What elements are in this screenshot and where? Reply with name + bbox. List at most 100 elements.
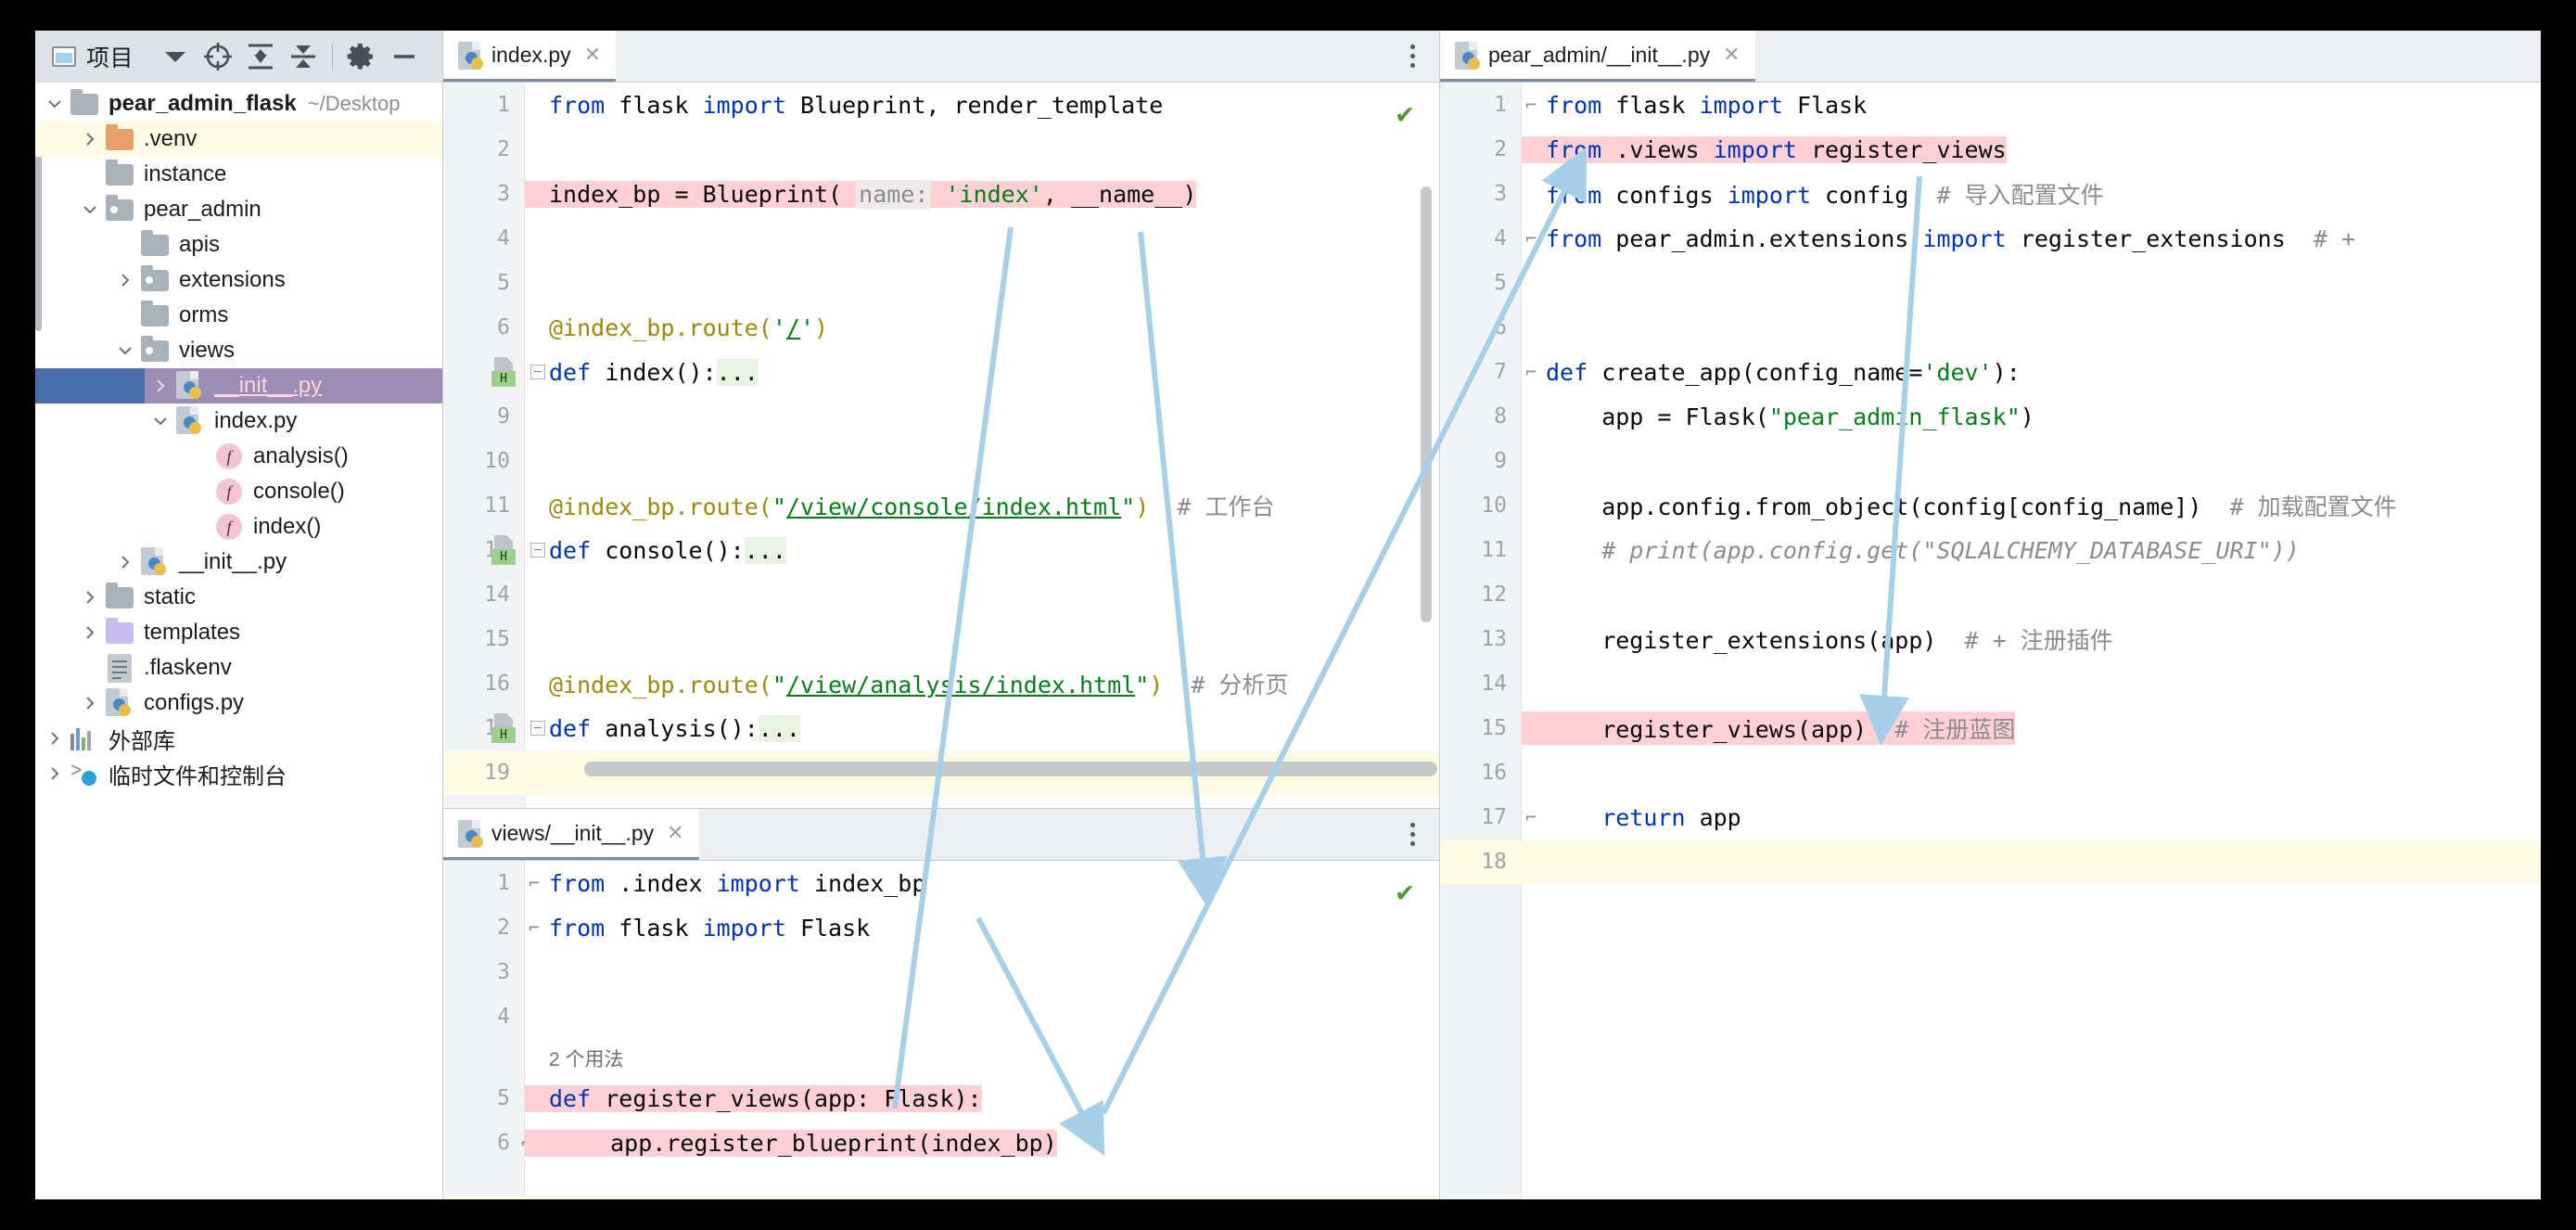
line-number: 17 <box>1481 805 1507 829</box>
line-number: 6 <box>497 315 510 340</box>
tab-index-py[interactable]: index.py ✕ <box>443 31 617 82</box>
tab-views-init-py[interactable]: views/__init__.py ✕ <box>443 809 699 860</box>
code-line: from .index import index_bp <box>549 869 926 897</box>
python-file-icon <box>1455 42 1480 70</box>
tree-row-pear-admin-init[interactable]: __init__.py <box>35 545 442 580</box>
line-number: 1 <box>1494 93 1507 117</box>
tree-row-pear_admin_flask[interactable]: pear_admin_flask ~/Desktop <box>35 86 442 122</box>
code-line: def create_app(config_name='dev'): <box>1546 358 2021 386</box>
folder-icon <box>139 300 171 327</box>
function-icon: f <box>213 514 245 540</box>
more-options-icon[interactable] <box>1386 31 1439 82</box>
project-sidebar: 项目 pear_admin_flask ~/Desktop .venv inst… <box>35 31 443 1199</box>
more-options-icon[interactable] <box>1386 809 1439 860</box>
code-line: from flask import Blueprint, render_temp… <box>549 91 1164 119</box>
editor-area: index.py ✕ ✔ 1 from flask import Blueprin… <box>443 31 2541 1199</box>
code-line: from pear_admin.extensions import regist… <box>1546 224 2356 252</box>
collapse-all-icon[interactable] <box>282 35 325 78</box>
tabbar-views-init-py: views/__init__.py ✕ <box>443 809 1439 861</box>
chevron-down-icon[interactable] <box>147 413 174 429</box>
usages-inlay-hint[interactable]: 2 个用法 <box>549 1044 624 1072</box>
crosshair-icon[interactable] <box>197 35 239 78</box>
tree-label: index.py <box>214 408 298 433</box>
chevron-right-icon[interactable] <box>111 554 139 570</box>
project-tree[interactable]: pear_admin_flask ~/Desktop .venv instanc… <box>35 83 442 1199</box>
chevron-down-icon[interactable] <box>111 342 139 359</box>
code-line: return app <box>1546 803 1741 831</box>
code-editor-index-py[interactable]: ✔ 1 from flask import Blueprint, render_t… <box>443 83 1439 808</box>
tree-row-templates[interactable]: templates <box>35 615 442 650</box>
tree-label: pear_admin_flask <box>108 91 297 116</box>
close-icon[interactable]: ✕ <box>1723 43 1740 67</box>
tree-row-console-fn[interactable]: f console() <box>35 474 442 509</box>
line-number: 2 <box>497 137 510 161</box>
gear-icon[interactable] <box>340 35 383 78</box>
line-number: 4 <box>497 226 510 250</box>
tree-row-venv[interactable]: .venv <box>35 122 442 157</box>
scratches-icon: > <box>69 762 100 786</box>
close-icon[interactable]: ✕ <box>667 821 683 845</box>
tree-row-views-init[interactable]: __init__.py <box>35 368 442 404</box>
folder-icon <box>139 229 171 256</box>
chevron-down-icon[interactable] <box>76 201 104 218</box>
project-tool-window-title[interactable]: 项目 <box>52 40 134 73</box>
chevron-down-icon[interactable] <box>154 35 197 78</box>
code-line: from flask import Flask <box>1546 91 1868 119</box>
code-editor-views-init-py[interactable]: ✔ 1 ⌐ from .index import index_bp 2 ⌐ fr… <box>443 861 1439 1199</box>
tree-row-apis[interactable]: apis <box>35 227 442 263</box>
tree-row-index-py[interactable]: index.py <box>35 404 442 439</box>
tree-label: configs.py <box>144 690 245 715</box>
folder-purple-icon <box>104 617 135 644</box>
tree-row-index-fn[interactable]: f index() <box>35 509 442 545</box>
tree-row-analysis-fn[interactable]: f analysis() <box>35 439 442 474</box>
code-editor-pear-admin-init-py[interactable]: 1 ⌐ from flask import Flask 2 from .view… <box>1440 83 2541 1199</box>
tree-label: apis <box>179 232 221 257</box>
code-line: register_views(app) # 注册蓝图 <box>1522 711 2016 745</box>
tree-label: .venv <box>144 126 198 151</box>
tree-label: 外部库 <box>108 728 175 754</box>
chevron-down-icon[interactable] <box>41 96 69 112</box>
code-line: @index_bp.route("/view/analysis/index.ht… <box>549 672 1289 698</box>
editor-horizontal-scrollbar[interactable] <box>584 762 1437 776</box>
tree-label: orms <box>179 302 229 327</box>
run-gutter-icon[interactable]: H <box>491 713 517 743</box>
function-icon: f <box>213 443 245 469</box>
tab-pear-admin-init-py[interactable]: pear_admin/__init__.py ✕ <box>1440 31 1755 82</box>
run-gutter-icon[interactable]: H <box>491 357 517 387</box>
tree-row-flaskenv[interactable]: .flaskenv <box>35 650 442 685</box>
close-icon[interactable]: ✕ <box>584 43 601 67</box>
editor-bottom-strip <box>443 1196 1439 1199</box>
tree-row-static[interactable]: static <box>35 580 442 615</box>
chevron-right-icon[interactable] <box>41 765 69 782</box>
line-number: 16 <box>1481 761 1507 785</box>
tree-row-orms[interactable]: orms <box>35 298 442 333</box>
tree-row-pear_admin[interactable]: pear_admin <box>35 192 442 227</box>
tree-row-instance[interactable]: instance <box>35 157 442 192</box>
chevron-right-icon[interactable] <box>147 378 174 394</box>
tree-row-extensions[interactable]: extensions <box>35 263 442 298</box>
python-file-icon <box>174 406 206 436</box>
project-path-note: ~/Desktop <box>307 92 401 115</box>
run-gutter-icon[interactable]: H <box>491 535 517 565</box>
chevron-right-icon[interactable] <box>76 695 104 711</box>
line-number: 14 <box>1481 672 1507 696</box>
expand-all-icon[interactable] <box>239 35 282 78</box>
code-line: register_extensions(app) # + 注册插件 <box>1546 627 2113 654</box>
editor-pane-pear-admin-init-py: pear_admin/__init__.py ✕ 1 ⌐ from flask … <box>1440 31 2541 1199</box>
tree-row-external-libraries[interactable]: 外部库 <box>35 721 442 756</box>
chevron-right-icon[interactable] <box>76 131 104 147</box>
tab-label: index.py <box>491 42 571 67</box>
tree-row-views[interactable]: views <box>35 333 442 368</box>
chevron-right-icon[interactable] <box>76 589 104 606</box>
chevron-right-icon[interactable] <box>111 272 139 288</box>
chevron-right-icon[interactable] <box>76 624 104 641</box>
library-icon <box>69 726 100 750</box>
editor-pane-index-py: index.py ✕ ✔ 1 from flask import Blueprin… <box>443 31 1439 808</box>
line-number: 16 <box>484 672 510 696</box>
tree-row-configs-py[interactable]: configs.py <box>35 685 442 721</box>
tree-row-scratches-and-consoles[interactable]: > 临时文件和控制台 <box>35 756 442 791</box>
chevron-right-icon[interactable] <box>41 730 69 747</box>
minus-icon[interactable] <box>383 35 426 78</box>
line-number: 1 <box>497 93 510 117</box>
line-number: 12 <box>1481 583 1507 607</box>
